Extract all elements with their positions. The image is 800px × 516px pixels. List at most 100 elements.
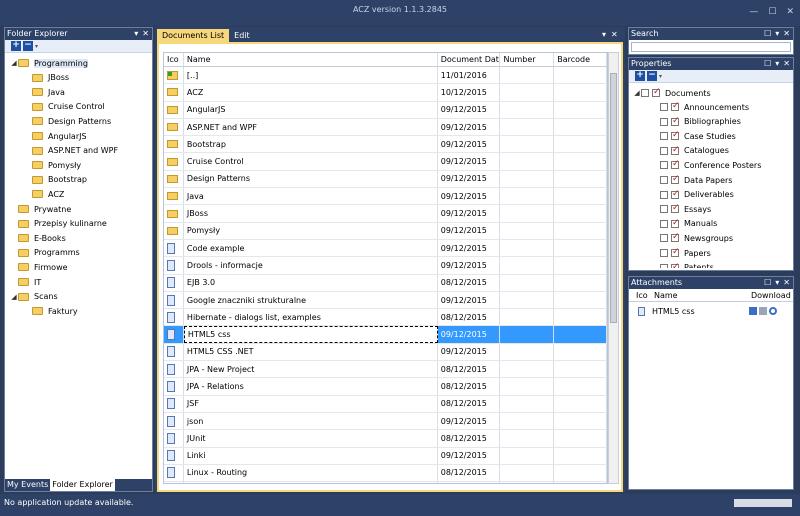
checkbox[interactable] xyxy=(660,263,668,268)
checkbox-checked[interactable] xyxy=(652,87,661,97)
property-item[interactable]: Conference Posters xyxy=(660,158,761,172)
property-item[interactable]: Case Studies xyxy=(660,129,736,143)
scroll-thumb[interactable] xyxy=(610,73,617,323)
property-item[interactable]: Catalogues xyxy=(660,144,729,158)
checkbox-checked[interactable] xyxy=(671,218,680,228)
checkbox[interactable] xyxy=(641,89,649,97)
documents-scrollbar[interactable] xyxy=(608,52,619,484)
add-folder-icon[interactable]: + xyxy=(11,41,21,51)
col-number[interactable]: Number xyxy=(500,53,555,66)
maximize-icon[interactable]: ☐ xyxy=(768,2,776,22)
col-name[interactable]: Name xyxy=(184,53,438,66)
checkbox-checked[interactable] xyxy=(671,101,680,111)
folder-node[interactable]: E-Books xyxy=(10,231,66,245)
expand-arrow-icon[interactable]: ◢ xyxy=(10,293,18,301)
table-row[interactable]: Maven08/12/2015 xyxy=(164,482,607,483)
table-row[interactable]: Java 09/12/2015 xyxy=(164,188,607,206)
folder-node[interactable]: Design Patterns xyxy=(32,114,111,128)
checkbox[interactable] xyxy=(660,219,668,228)
folder-node[interactable]: IT xyxy=(10,275,41,289)
checkbox[interactable] xyxy=(660,205,668,214)
checkbox[interactable] xyxy=(660,117,668,126)
checkbox[interactable] xyxy=(660,190,668,199)
folder-node[interactable]: Java xyxy=(32,85,65,99)
table-row[interactable]: [..] 11/01/2016 xyxy=(164,67,607,85)
checkbox[interactable] xyxy=(660,234,668,243)
table-row[interactable]: AngularJS 09/12/2015 xyxy=(164,101,607,119)
checkbox-checked[interactable] xyxy=(671,247,680,257)
table-row[interactable]: Linux - Routing 08/12/2015 xyxy=(164,464,607,483)
pin-icon[interactable]: ▾ xyxy=(775,28,779,40)
dropdown-icon[interactable]: ▾ xyxy=(35,43,38,50)
attachment-row[interactable]: HTML5 css xyxy=(629,302,793,320)
tab-edit[interactable]: Edit xyxy=(229,29,255,42)
table-row[interactable]: Google znaczniki strukturalne 09/12/2015 xyxy=(164,291,607,310)
save-icon[interactable] xyxy=(749,307,757,315)
table-row[interactable]: Hibernate - dialogs list, examples 08/12/… xyxy=(164,309,607,327)
table-row[interactable]: HTML5 css 09/12/2015 xyxy=(164,326,607,344)
table-row[interactable]: JPA - Relations 08/12/2015 xyxy=(164,378,607,396)
folder-node[interactable]: Pomysły xyxy=(32,158,81,172)
close-icon[interactable]: ✕ xyxy=(783,58,790,70)
folder-node[interactable]: Programms xyxy=(10,246,80,260)
table-row[interactable]: Linki 09/12/2015 xyxy=(164,447,607,465)
table-row[interactable]: Code example 09/12/2015 xyxy=(164,239,607,258)
checkbox-checked[interactable] xyxy=(671,145,680,155)
table-row[interactable]: Pomysły 09/12/2015 xyxy=(164,222,607,240)
property-item[interactable]: Bibliographies xyxy=(660,115,741,129)
tab-my-events[interactable]: My Events xyxy=(5,479,50,491)
folder-node[interactable]: Cruise Control xyxy=(32,100,105,114)
property-item[interactable]: Essays xyxy=(660,202,711,216)
table-row[interactable]: EJB 3.0 08/12/2015 xyxy=(164,274,607,292)
col-document-date[interactable]: Document Date xyxy=(438,53,501,66)
checkbox-checked[interactable] xyxy=(671,189,680,199)
folder-node[interactable]: ACZ xyxy=(32,187,64,201)
checkbox[interactable] xyxy=(660,132,668,141)
property-item[interactable]: Data Papers xyxy=(660,173,732,187)
table-row[interactable]: JSF 08/12/2015 xyxy=(164,395,607,413)
float-icon[interactable]: ☐ xyxy=(764,58,771,70)
tab-documents-list[interactable]: Documents List xyxy=(157,29,230,42)
table-row[interactable]: Drools - informacje 09/12/2015 xyxy=(164,257,607,275)
table-row[interactable]: JPA - New Project 08/12/2015 xyxy=(164,361,607,379)
col-ico[interactable]: Ico xyxy=(164,53,184,66)
checkbox-checked[interactable] xyxy=(671,262,680,268)
table-row[interactable]: Design Patterns 09/12/2015 xyxy=(164,170,607,189)
folder-node[interactable]: AngularJS xyxy=(32,129,87,143)
folder-node[interactable]: Bootstrap xyxy=(32,173,87,187)
table-row[interactable]: ACZ 10/12/2015 xyxy=(164,84,607,102)
checkbox-checked[interactable] xyxy=(671,203,680,214)
folder-node[interactable]: ◢ Scans xyxy=(10,290,57,304)
close-icon[interactable]: ✕ xyxy=(786,2,794,22)
folder-node[interactable]: ◢ Programming xyxy=(10,56,88,70)
float-icon[interactable]: ☐ xyxy=(764,277,771,289)
table-row[interactable]: HTML5 CSS .NET 09/12/2015 xyxy=(164,343,607,362)
folder-node[interactable]: Prywatne xyxy=(10,202,71,216)
property-item[interactable]: Patents xyxy=(660,261,714,268)
folder-node[interactable]: JBoss xyxy=(32,71,69,85)
magnifier-icon[interactable] xyxy=(769,307,777,315)
checkbox-checked[interactable] xyxy=(671,130,680,141)
table-row[interactable]: json 09/12/2015 xyxy=(164,412,607,431)
col-barcode[interactable]: Barcode xyxy=(554,53,607,66)
folder-node[interactable]: ASP.NET and WPF xyxy=(32,144,118,158)
checkbox-checked[interactable] xyxy=(671,159,680,170)
expand-arrow-icon[interactable]: ◢ xyxy=(10,59,18,67)
checkbox[interactable] xyxy=(660,103,668,111)
folder-node[interactable]: Firmowe xyxy=(10,260,68,274)
table-row[interactable]: JBoss 09/12/2015 xyxy=(164,205,607,223)
property-item[interactable]: Manuals xyxy=(660,217,717,231)
property-item[interactable]: Papers xyxy=(660,246,711,260)
close-icon[interactable]: ✕ xyxy=(783,277,790,289)
close-icon[interactable]: ✕ xyxy=(611,30,618,39)
table-row[interactable]: ASP.NET and WPF 09/12/2015 xyxy=(164,118,607,137)
property-item[interactable]: Newsgroups xyxy=(660,231,733,245)
float-icon[interactable]: ☐ xyxy=(764,28,771,40)
checkbox-checked[interactable] xyxy=(671,232,680,243)
dropdown-icon[interactable]: ▾ xyxy=(659,73,662,80)
dropdown-icon[interactable]: ▾ xyxy=(602,30,606,39)
property-root[interactable]: ◢ Documents xyxy=(633,86,710,100)
table-row[interactable]: JUnit 08/12/2015 xyxy=(164,430,607,448)
table-row[interactable]: Cruise Control 09/12/2015 xyxy=(164,153,607,171)
checkbox[interactable] xyxy=(660,146,668,155)
